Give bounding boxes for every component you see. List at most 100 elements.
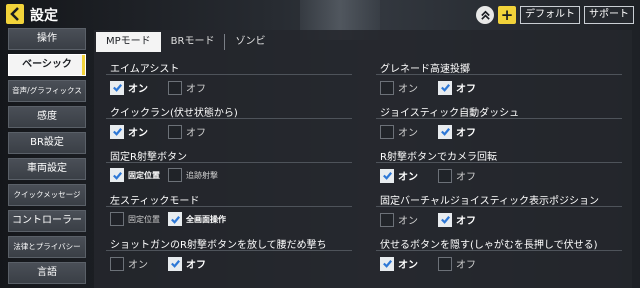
check-icon xyxy=(440,216,450,224)
setting-row: ショットガンのR射撃ボタンを放して腰だめ撃ちオン オフ xyxy=(106,236,356,280)
checkbox[interactable] xyxy=(380,212,394,227)
checkbox[interactable] xyxy=(168,168,182,182)
checkbox[interactable] xyxy=(110,80,124,95)
check-icon xyxy=(112,128,122,136)
option-second[interactable]: オフ xyxy=(168,124,226,139)
default-button[interactable]: デフォルト xyxy=(520,6,580,24)
option-first[interactable]: オン xyxy=(380,80,438,95)
sidebar-item-language[interactable]: 言語 xyxy=(8,262,86,284)
option-second[interactable]: 全画面操作 xyxy=(168,212,226,226)
setting-row: 伏せるボタンを隠す(しゃがむを長押しで伏せる) オン オフ xyxy=(376,236,626,280)
sidebar-item-quick-message[interactable]: クイックメッセージ xyxy=(8,184,86,206)
checkbox[interactable] xyxy=(438,212,452,227)
options-group: オン オフ xyxy=(110,124,226,139)
checkbox[interactable] xyxy=(168,80,182,95)
option-label: オン xyxy=(398,172,418,183)
checkbox[interactable] xyxy=(110,256,124,271)
option-second[interactable]: オフ xyxy=(168,80,226,95)
checkbox[interactable] xyxy=(168,212,182,226)
checkbox[interactable] xyxy=(438,80,452,95)
setting-row: 固定R射撃ボタン 固定位置 追跡射撃 xyxy=(106,148,356,192)
sidebar-item-audio-graphics[interactable]: 音声/グラフィックス xyxy=(8,80,86,102)
divider xyxy=(376,74,622,75)
checkbox[interactable] xyxy=(438,256,452,271)
check-icon xyxy=(440,128,450,136)
divider xyxy=(106,74,352,75)
option-first[interactable]: オン xyxy=(380,124,438,139)
option-label: オン xyxy=(128,260,148,271)
option-second[interactable]: 追跡射撃 xyxy=(168,168,226,182)
setting-label: R射撃ボタンでカメラ回転 xyxy=(380,152,497,163)
options-group: オン オフ xyxy=(110,80,226,95)
option-first[interactable]: 固定位置 xyxy=(110,168,168,182)
tab-mp-mode[interactable]: MPモード xyxy=(96,32,161,52)
sidebar-item-sensitivity[interactable]: 感度 xyxy=(8,106,86,128)
tab-br-mode[interactable]: BRモード xyxy=(161,34,225,50)
check-icon xyxy=(440,84,450,92)
top-right-controls: + デフォルト サポート xyxy=(476,6,634,24)
options-group: 固定位置 全画面操作 xyxy=(110,212,226,226)
option-first[interactable]: オン xyxy=(380,256,438,271)
sidebar-item-controller[interactable]: コントローラー xyxy=(8,210,86,232)
checkbox[interactable] xyxy=(110,168,124,182)
option-first[interactable]: オン xyxy=(110,80,168,95)
option-second[interactable]: オフ xyxy=(438,256,496,271)
option-second[interactable]: オフ xyxy=(438,212,496,227)
option-label: オフ xyxy=(456,172,476,183)
option-second[interactable]: オフ xyxy=(438,124,496,139)
option-label: オン xyxy=(128,128,148,139)
option-label: オフ xyxy=(456,128,476,139)
check-icon xyxy=(112,171,122,180)
setting-label: ショットガンのR射撃ボタンを放して腰だめ撃ち xyxy=(110,240,327,251)
checkbox[interactable] xyxy=(380,168,394,183)
option-label: 固定位置 xyxy=(128,214,160,224)
sidebar-item-basic[interactable]: ベーシック xyxy=(8,54,86,76)
option-label: オン xyxy=(398,128,418,139)
sidebar-item-vehicle[interactable]: 車両設定 xyxy=(8,158,86,180)
sidebar-item-controls[interactable]: 操作 xyxy=(8,28,86,50)
option-first[interactable]: オン xyxy=(110,124,168,139)
option-second[interactable]: オフ xyxy=(438,168,496,183)
checkbox[interactable] xyxy=(110,124,124,139)
options-group: オン オフ xyxy=(380,124,496,139)
checkbox[interactable] xyxy=(380,256,394,271)
back-button[interactable] xyxy=(6,4,24,24)
setting-row: エイムアシスト オン オフ xyxy=(106,60,356,104)
checkbox[interactable] xyxy=(110,212,124,226)
option-first[interactable]: オン xyxy=(380,212,438,227)
checkbox[interactable] xyxy=(168,124,182,139)
checkbox[interactable] xyxy=(168,256,182,271)
setting-row: グレネード高速投擲 オン オフ xyxy=(376,60,626,104)
option-label: オン xyxy=(398,260,418,271)
option-label: オフ xyxy=(186,84,206,95)
sidebar-item-br-settings[interactable]: BR設定 xyxy=(8,132,86,154)
option-first[interactable]: 固定位置 xyxy=(110,212,168,226)
checkbox[interactable] xyxy=(438,124,452,139)
option-second[interactable]: オフ xyxy=(168,256,226,271)
checkbox[interactable] xyxy=(380,80,394,95)
option-second[interactable]: オフ xyxy=(438,80,496,95)
setting-row: クイックラン(伏せ状態から) オン オフ xyxy=(106,104,356,148)
options-group: オン オフ xyxy=(380,256,496,271)
sidebar-item-legal-privacy[interactable]: 法律とプライバシー xyxy=(8,236,86,258)
checkbox[interactable] xyxy=(380,124,394,139)
settings-column-left: エイムアシスト オン オフ クイックラン(伏せ状態から) オン オフ 固定R射撃ボタン 固定位… xyxy=(106,60,356,280)
check-icon xyxy=(382,260,392,268)
option-label: オン xyxy=(398,216,418,227)
option-label: オフ xyxy=(186,128,206,139)
option-label: 追跡射撃 xyxy=(186,170,218,180)
collapse-button[interactable] xyxy=(476,6,494,24)
options-group: オン オフ xyxy=(380,212,496,227)
support-button[interactable]: サポート xyxy=(584,6,634,24)
option-first[interactable]: オン xyxy=(380,168,438,183)
option-first[interactable]: オン xyxy=(110,256,168,271)
double-chevron-up-icon xyxy=(480,10,490,20)
option-label: オフ xyxy=(456,260,476,271)
plus-button[interactable]: + xyxy=(498,6,516,24)
checkbox[interactable] xyxy=(438,168,452,183)
divider xyxy=(106,250,352,251)
tab-zombie[interactable]: ゾンビ xyxy=(224,34,275,50)
options-group: オン オフ xyxy=(380,168,496,183)
setting-label: クイックラン(伏せ状態から) xyxy=(110,108,238,119)
setting-label: 固定バーチャルジョイスティック表示ポジション xyxy=(380,196,599,207)
